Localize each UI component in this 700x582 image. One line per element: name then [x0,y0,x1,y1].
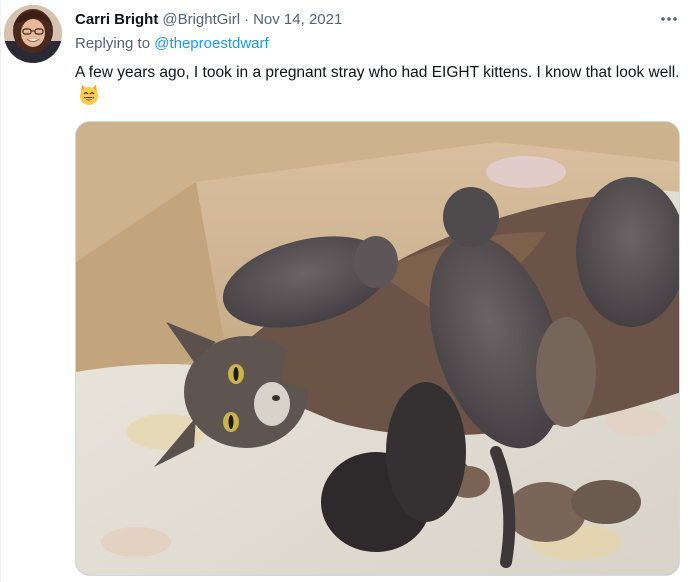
grinning-cat-emoji-icon [78,84,100,113]
author-name[interactable]: Carri Bright [75,11,158,28]
tweet-body: A few years ago, I took in a pregnant st… [75,64,680,81]
avatar[interactable] [4,5,62,63]
author-handle[interactable]: @BrightGirl [162,11,240,28]
replying-to-label: Replying to [75,35,151,52]
avatar-photo [4,5,62,63]
header-separator: · [244,10,250,28]
replying-to: Replying to @theproestdwarf [75,35,269,52]
tweet-photo[interactable] [75,121,680,576]
tweet-date[interactable]: Nov 14, 2021 [253,11,342,28]
tweet[interactable]: Carri Bright @BrightGirl · Nov 14, 2021 … [0,0,700,582]
tweet-text: A few years ago, I took in a pregnant st… [75,61,685,113]
more-options-button[interactable] [658,8,680,30]
tweet-header: Carri Bright @BrightGirl · Nov 14, 2021 [75,9,342,29]
cat-kittens-photo [76,122,679,575]
mention-link[interactable]: @theproestdwarf [154,35,268,52]
more-options-icon [661,17,677,21]
